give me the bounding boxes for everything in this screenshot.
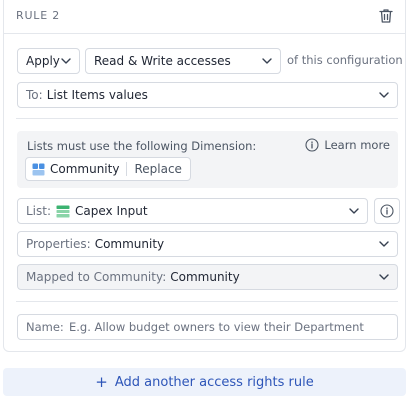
rule-header: RULE 2: [4, 0, 405, 34]
dimension-requirement-box: Lists must use the following Dimension: …: [17, 131, 398, 188]
target-label: To:: [26, 88, 43, 102]
target-value: List Items values: [46, 88, 148, 102]
access-type-label: Read & Write accesses: [94, 54, 231, 68]
add-access-rule-button[interactable]: + Add another access rights rule: [3, 368, 406, 396]
mapped-value: Community: [170, 270, 240, 284]
list-dropdown[interactable]: List: Capex Input: [17, 198, 368, 224]
chip-separator: [126, 162, 128, 176]
dimension-note: Lists must use the following Dimension:: [27, 139, 257, 153]
apply-label: Apply: [26, 54, 60, 68]
learn-more-label: Learn more: [324, 138, 390, 152]
properties-dropdown[interactable]: Properties: Community: [17, 231, 398, 257]
dimension-chip: Community Replace: [25, 157, 191, 181]
trash-icon[interactable]: [377, 7, 395, 25]
chevron-down-icon: [349, 208, 359, 214]
list-label: List:: [26, 204, 52, 218]
chevron-down-icon: [61, 58, 71, 64]
dimension-chip-label: Community: [50, 162, 120, 176]
apply-dropdown[interactable]: Apply: [17, 48, 80, 74]
divider: [16, 301, 398, 302]
divider: [16, 118, 398, 119]
properties-label: Properties:: [26, 237, 91, 251]
properties-value: Community: [94, 237, 165, 251]
chevron-down-icon: [379, 92, 389, 98]
plus-icon: +: [95, 373, 108, 391]
target-dropdown[interactable]: To: List Items values: [17, 82, 398, 108]
add-access-rule-label: Add another access rights rule: [114, 374, 314, 390]
learn-more-link[interactable]: Learn more: [305, 138, 390, 152]
rule-title: RULE 2: [16, 9, 61, 22]
mapped-label: Mapped to Community:: [26, 270, 167, 284]
list-value: Capex Input: [75, 204, 148, 218]
info-icon: [380, 204, 394, 218]
chevron-down-icon: [379, 241, 389, 247]
access-type-dropdown[interactable]: Read & Write accesses: [85, 48, 281, 74]
list-table-icon: [56, 205, 70, 217]
configuration-suffix: of this configuration: [287, 53, 403, 67]
rule-name-input[interactable]: [17, 314, 398, 340]
dimension-icon: [32, 163, 45, 175]
chevron-down-icon: [379, 274, 389, 280]
rule-card: RULE 2 Apply Read & Write accesses of th…: [3, 0, 406, 352]
chevron-down-icon: [262, 58, 272, 64]
mapped-to-dropdown[interactable]: Mapped to Community: Community: [17, 264, 398, 290]
info-icon: [305, 138, 319, 152]
replace-button[interactable]: Replace: [134, 162, 181, 176]
list-info-button[interactable]: [374, 198, 400, 224]
